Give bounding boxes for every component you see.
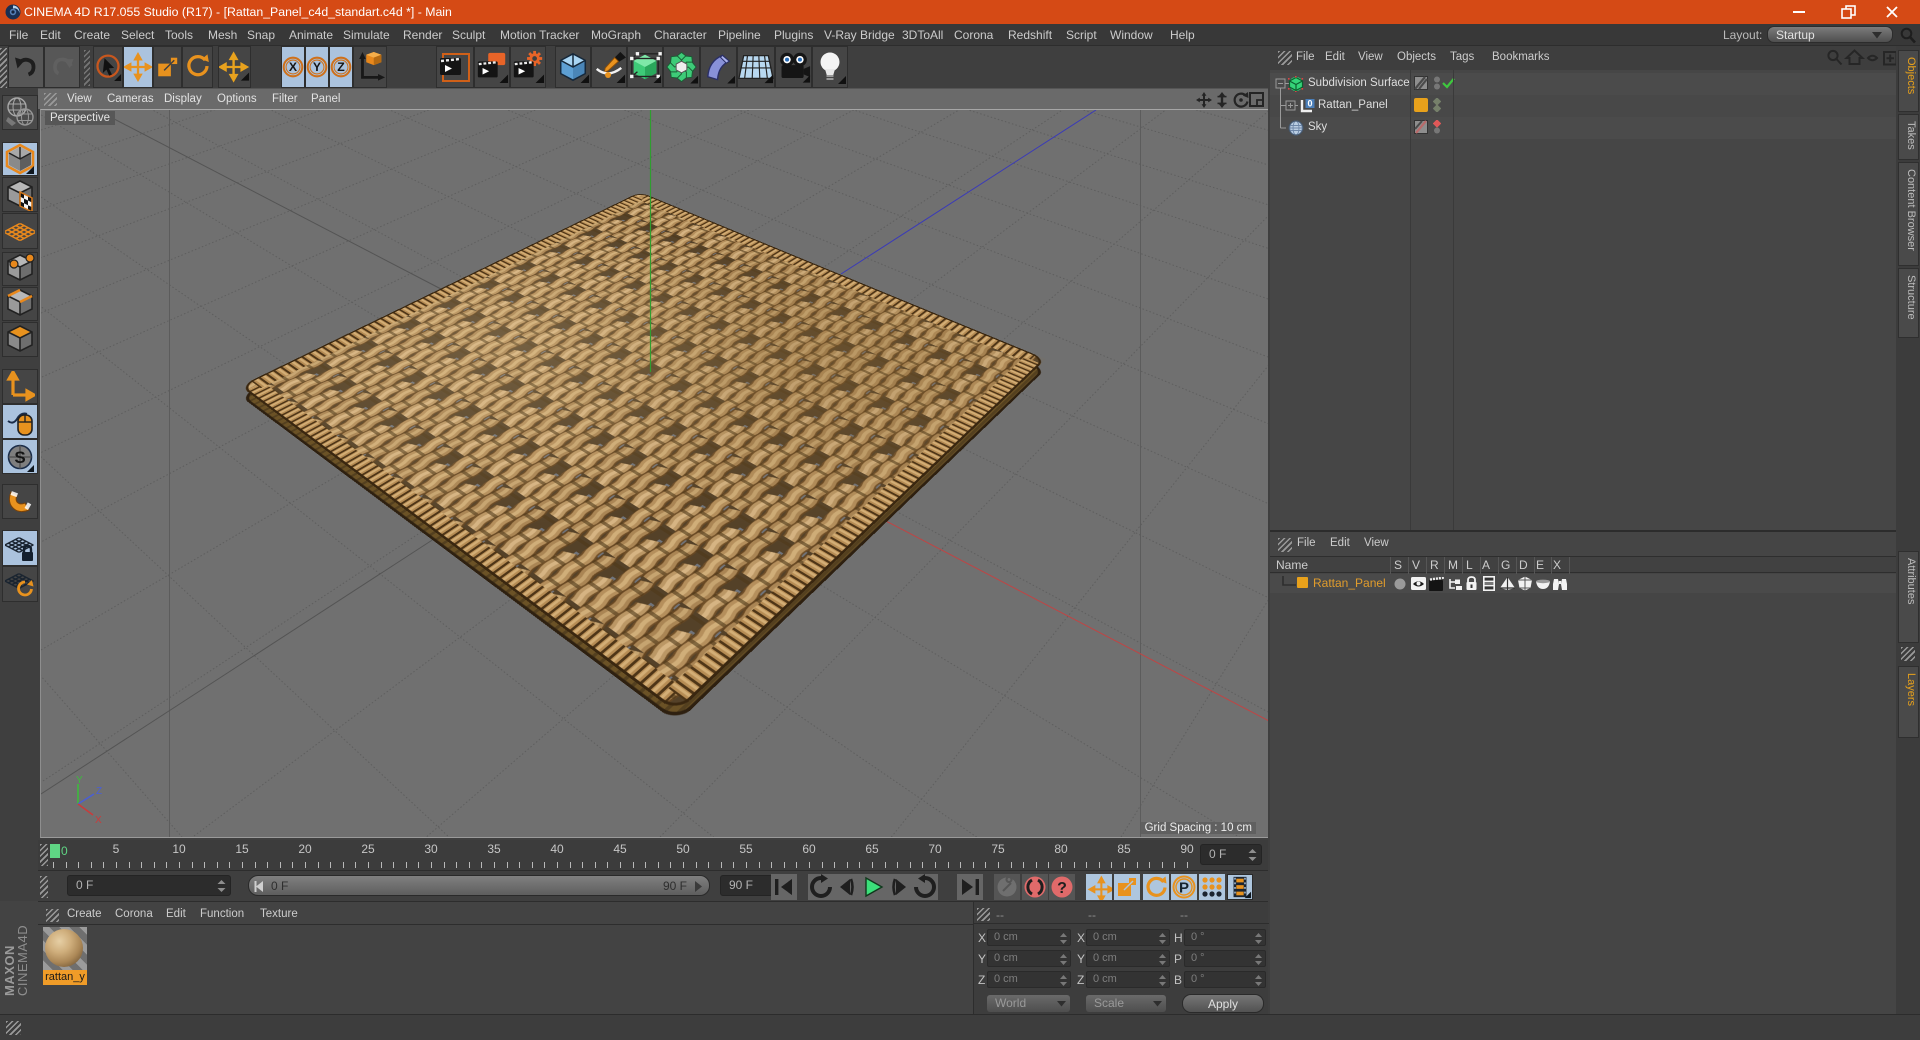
svg-text:X: X — [95, 815, 102, 826]
svg-text:S: S — [14, 448, 25, 467]
svg-text:0: 0 — [1307, 99, 1312, 109]
svg-text:Y: Y — [313, 60, 321, 74]
svg-text:Y: Y — [76, 776, 83, 786]
svg-text:?: ? — [1057, 880, 1067, 897]
svg-text:Z: Z — [96, 786, 102, 797]
svg-text:Z: Z — [337, 60, 345, 74]
svg-text:X: X — [289, 60, 298, 74]
svg-text:P: P — [1179, 880, 1189, 897]
